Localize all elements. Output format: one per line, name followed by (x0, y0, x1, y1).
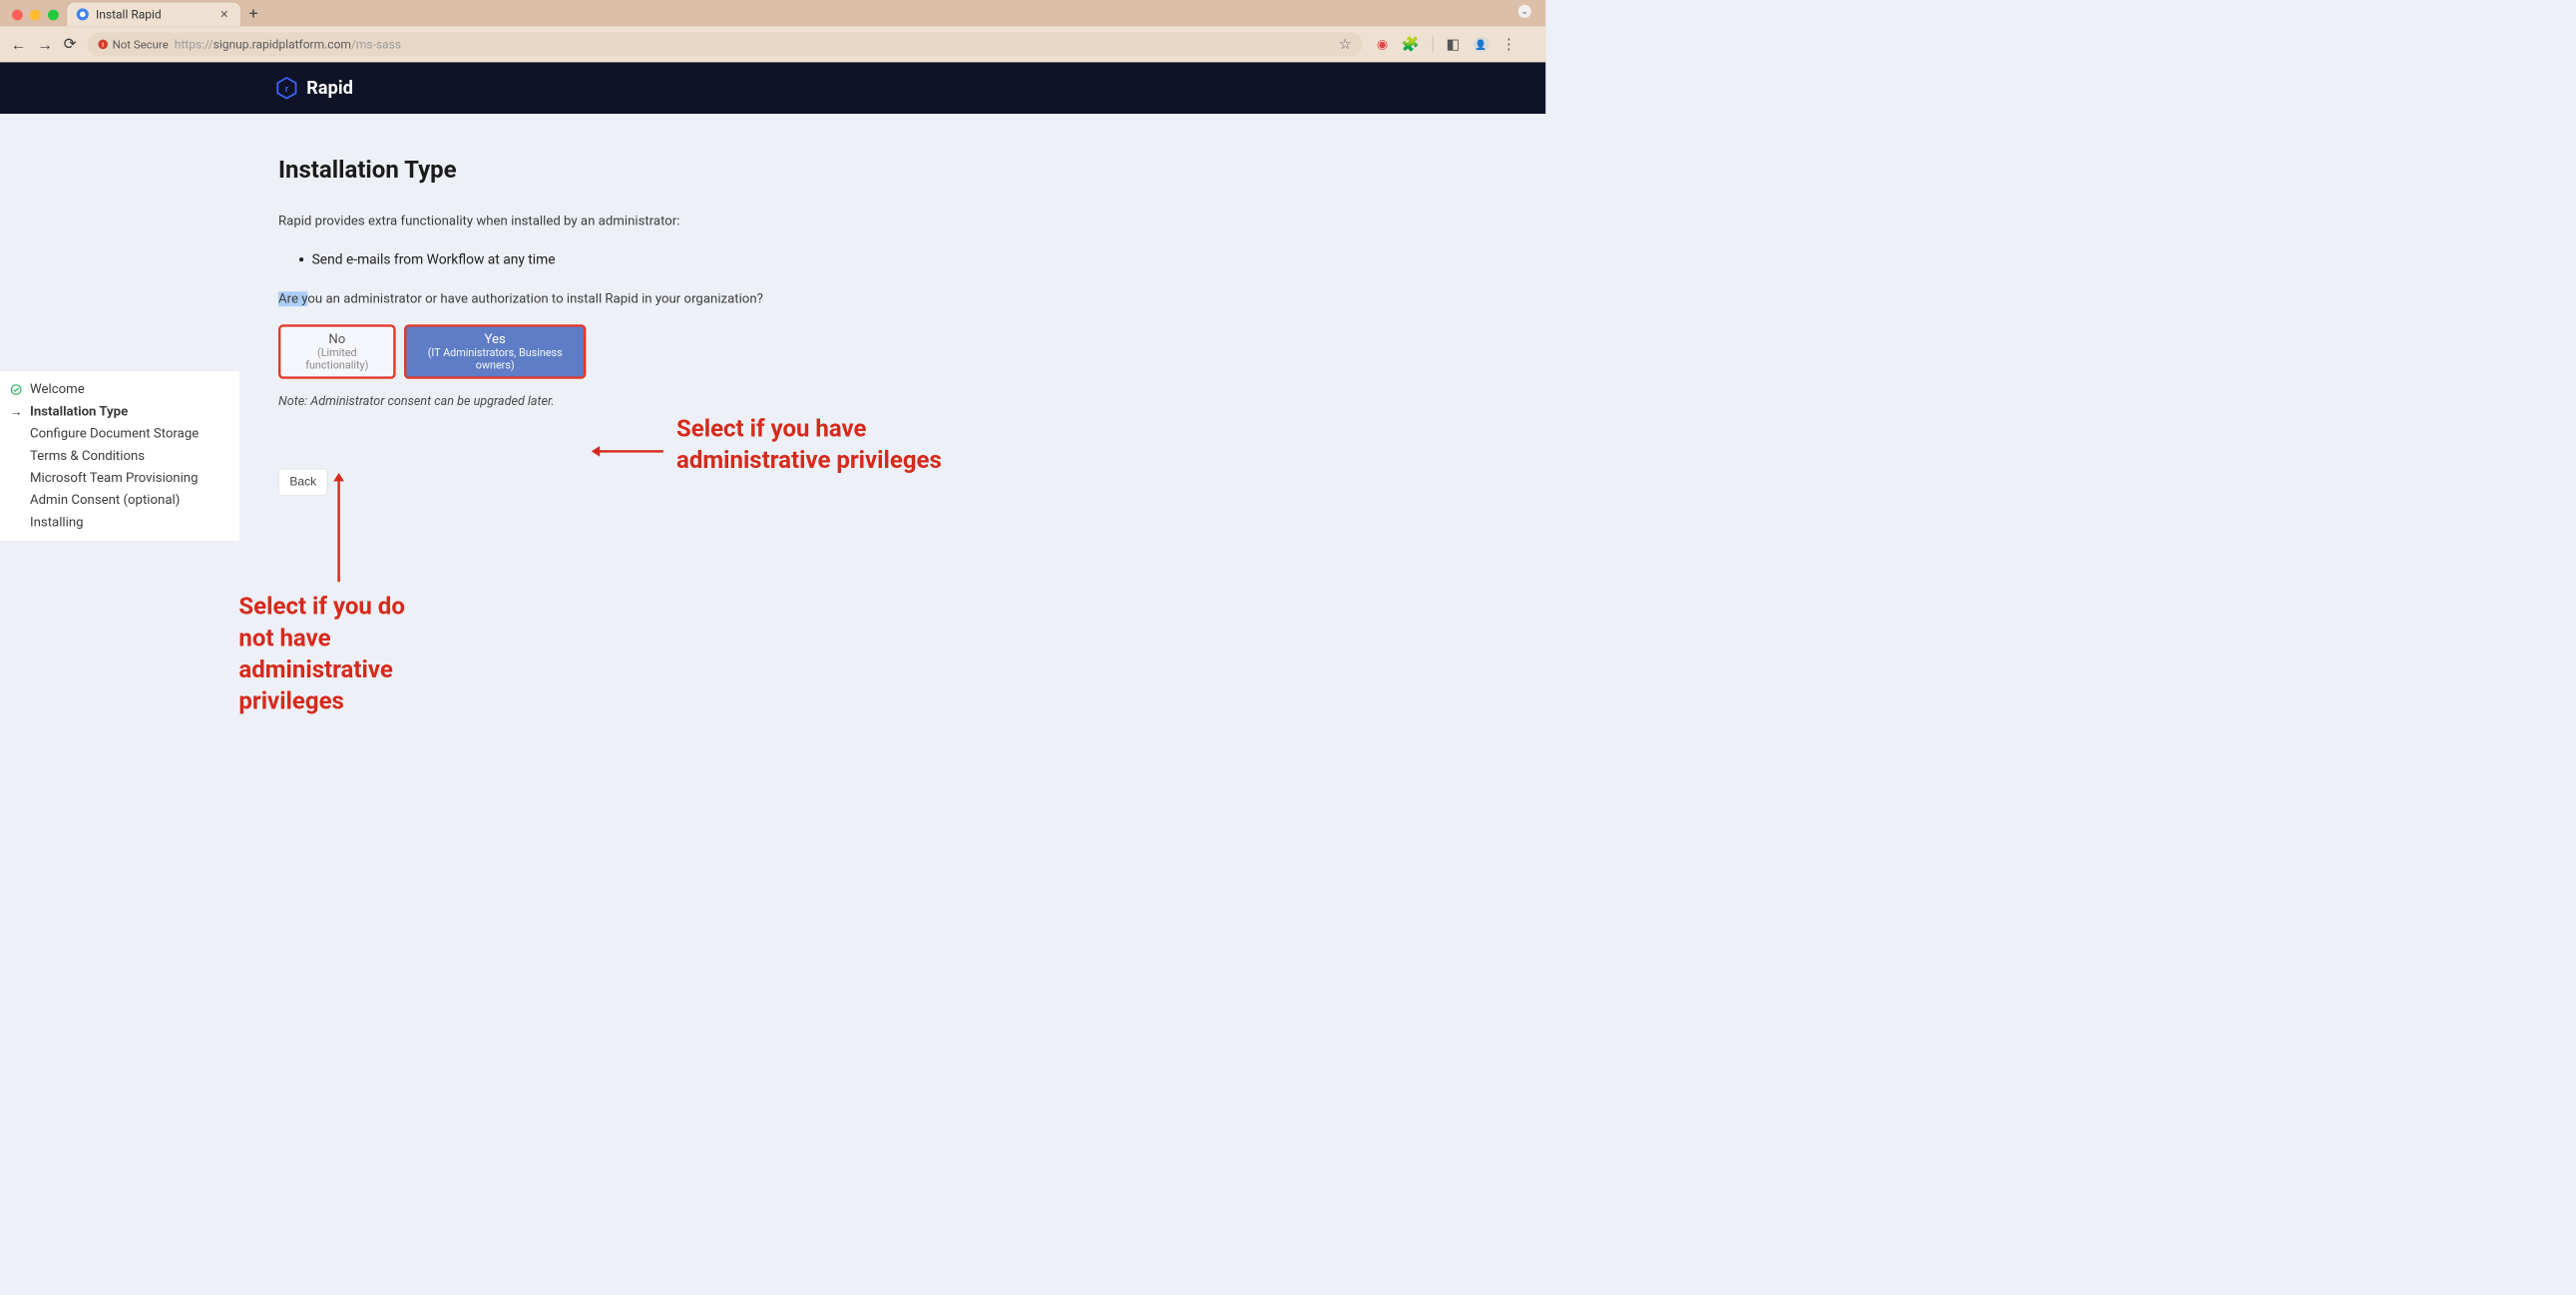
sidebar-step-label: Terms & Conditions (30, 448, 145, 463)
intro-text: Rapid provides extra functionality when … (278, 214, 937, 228)
sidebar-step-label: Installation Type (30, 404, 128, 419)
annotation-admin-no: Select if you do not have administrative… (238, 591, 424, 717)
tab-favicon-icon (77, 8, 89, 20)
sidebar-step-label: Configure Document Storage (30, 426, 199, 441)
browser-chrome: Install Rapid ✕ + ⌄ ← → ⟳ ! Not Secure h… (0, 0, 1545, 62)
annotation-arrow-down (337, 480, 339, 582)
option-no-sub: (Limited functionality) (289, 346, 385, 371)
logo-hex-icon: r (275, 77, 298, 100)
sidebar-item-terms[interactable]: Terms & Conditions (0, 445, 239, 467)
sidebar-item-configure-storage[interactable]: Configure Document Storage (0, 423, 239, 445)
sidebar-step-label: Admin Consent (optional) (30, 493, 180, 508)
annotation-admin-yes: Select if you have administrative privil… (676, 413, 1012, 476)
svg-text:r: r (285, 85, 289, 95)
option-yes-title: Yes (415, 331, 576, 346)
maximize-window-icon[interactable] (48, 10, 59, 21)
upgrade-note: Note: Administrator consent can be upgra… (278, 394, 937, 408)
option-no-button[interactable]: No (Limited functionality) (278, 324, 396, 379)
url-text: https://signup.rapidplatform.com/ms-sass (175, 37, 401, 51)
sidebar-item-installing[interactable]: Installing (0, 511, 239, 533)
option-yes-button[interactable]: Yes (IT Administrators, Business owners) (404, 324, 586, 379)
profile-avatar-icon[interactable]: 👤 (1473, 37, 1489, 53)
sidebar-item-team-provisioning[interactable]: Microsoft Team Provisioning (0, 467, 239, 489)
check-circle-icon (8, 383, 24, 395)
feature-list: Send e-mails from Workflow at any time (312, 251, 937, 267)
separator (1433, 37, 1434, 53)
option-yes-sub: (IT Administrators, Business owners) (415, 346, 576, 371)
tab-title: Install Rapid (96, 7, 211, 21)
option-no-title: No (289, 331, 385, 346)
tabs-dropdown-icon[interactable]: ⌄ (1518, 5, 1531, 18)
not-secure-icon: ! (98, 40, 108, 50)
kebab-menu-icon[interactable]: ⋮ (1502, 36, 1515, 53)
extension-icon[interactable]: ◉ (1377, 37, 1389, 52)
bookmark-star-icon[interactable]: ☆ (1339, 36, 1352, 53)
security-badge[interactable]: ! Not Secure (98, 38, 168, 52)
not-secure-label: Not Secure (113, 38, 169, 52)
address-bar[interactable]: ! Not Secure https://signup.rapidplatfor… (87, 32, 1362, 56)
new-tab-button[interactable]: + (240, 1, 266, 26)
minimize-window-icon[interactable] (30, 10, 41, 21)
sidebar-item-welcome[interactable]: Welcome (0, 378, 239, 400)
sidebar-step-label: Welcome (30, 382, 85, 397)
brand-logo: r Rapid (275, 77, 353, 100)
question-highlight: Are y (278, 291, 307, 306)
window-controls (10, 4, 68, 27)
admin-question: Are you an administrator or have authori… (278, 291, 937, 306)
sidebar-step-label: Installing (30, 515, 84, 530)
app-header: r Rapid (0, 62, 1545, 114)
browser-tab[interactable]: Install Rapid ✕ (67, 2, 240, 26)
page-title: Installation Type (278, 156, 937, 184)
nav-toolbar: ← → ⟳ ! Not Secure https://signup.rapidp… (0, 26, 1545, 62)
option-row: No (Limited functionality) Yes (IT Admin… (278, 324, 937, 379)
sidebar-item-admin-consent[interactable]: Admin Consent (optional) (0, 489, 239, 511)
brand-name: Rapid (306, 78, 353, 99)
sidebar-step-label: Microsoft Team Provisioning (30, 471, 199, 486)
page-body: Welcome → Installation Type Configure Do… (0, 114, 1545, 777)
browser-toolbar-icons: ◉ 🧩 ◧ 👤 ⋮ (1373, 36, 1515, 53)
extensions-puzzle-icon[interactable]: 🧩 (1402, 36, 1420, 53)
forward-icon[interactable]: → (37, 35, 53, 54)
feature-item: Send e-mails from Workflow at any time (312, 251, 937, 267)
reload-icon[interactable]: ⟳ (64, 35, 77, 53)
tab-strip: Install Rapid ✕ + ⌄ (0, 0, 1545, 26)
back-button[interactable]: Back (278, 469, 327, 496)
side-panel-icon[interactable]: ◧ (1447, 36, 1461, 53)
sidebar-item-installation-type[interactable]: → Installation Type (0, 400, 239, 422)
back-icon[interactable]: ← (11, 35, 27, 54)
steps-sidebar: Welcome → Installation Type Configure Do… (0, 371, 239, 541)
close-window-icon[interactable] (12, 10, 23, 21)
annotation-arrow-right (599, 450, 663, 452)
close-tab-icon[interactable]: ✕ (217, 8, 231, 21)
arrow-right-icon: → (8, 404, 24, 419)
